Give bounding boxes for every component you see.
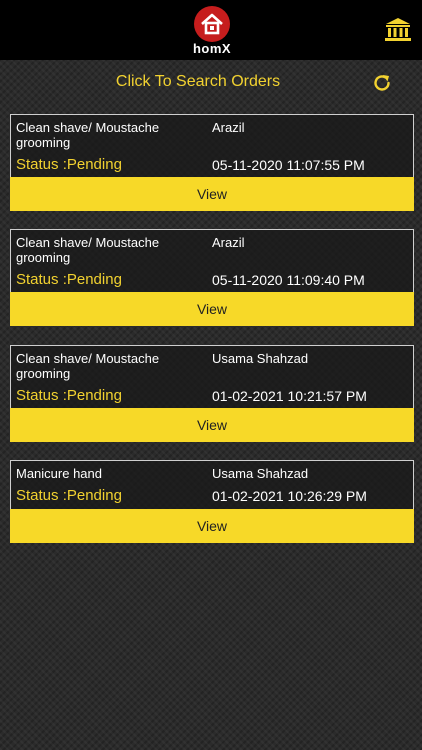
logo-badge xyxy=(194,6,230,42)
bank-icon[interactable] xyxy=(384,16,412,42)
order-customer: Usama Shahzad xyxy=(212,351,309,366)
order-datetime: 01-02-2021 10:21:57 PM xyxy=(212,388,367,404)
order-status: Status :Pending xyxy=(16,271,122,288)
top-bar: homX xyxy=(0,0,422,60)
view-order-button[interactable]: View xyxy=(10,408,414,442)
order-datetime: 05-11-2020 11:09:40 PM xyxy=(212,272,365,288)
order-customer: Arazil xyxy=(212,120,245,135)
logo-text: homX xyxy=(192,41,232,56)
order-datetime: 01-02-2021 10:26:29 PM xyxy=(212,488,367,504)
order-datetime: 05-11-2020 11:07:55 PM xyxy=(212,157,365,173)
order-customer: Arazil xyxy=(212,235,245,250)
order-card: Clean shave/ Moustache grooming Usama Sh… xyxy=(10,345,414,442)
refresh-icon[interactable] xyxy=(372,73,392,93)
order-customer: Usama Shahzad xyxy=(212,466,309,481)
order-status: Status :Pending xyxy=(16,156,122,173)
order-card: Clean shave/ Moustache grooming Arazil S… xyxy=(10,229,414,326)
search-orders-bar[interactable]: Click To Search Orders xyxy=(0,60,422,104)
order-service: Manicure hand xyxy=(16,466,102,481)
home-icon xyxy=(201,13,223,35)
order-service: Clean shave/ Moustache grooming xyxy=(16,120,160,150)
order-card: Clean shave/ Moustache grooming Arazil S… xyxy=(10,114,414,211)
order-status: Status :Pending xyxy=(16,387,122,404)
order-service: Clean shave/ Moustache grooming xyxy=(16,351,160,381)
view-order-button[interactable]: View xyxy=(10,509,414,543)
order-service: Clean shave/ Moustache grooming xyxy=(16,235,160,265)
view-order-button[interactable]: View xyxy=(10,292,414,326)
order-card: Manicure hand Usama Shahzad Status :Pend… xyxy=(10,460,414,543)
search-orders-label[interactable]: Click To Search Orders xyxy=(0,73,396,91)
order-status: Status :Pending xyxy=(16,487,122,504)
view-order-button[interactable]: View xyxy=(10,177,414,211)
app-logo: homX xyxy=(186,6,238,56)
